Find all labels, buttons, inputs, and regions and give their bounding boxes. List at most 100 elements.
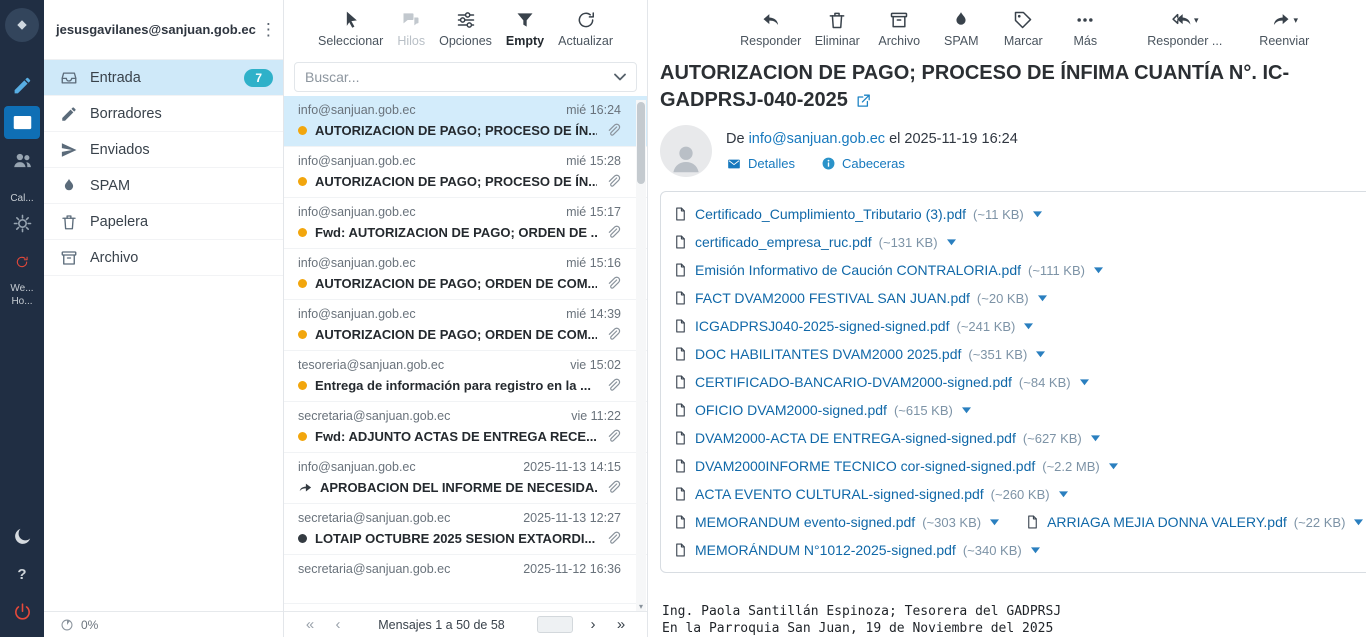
- next-page-button[interactable]: ›: [579, 616, 607, 633]
- list-scrollbar-thumb[interactable]: [637, 102, 645, 184]
- headers-link[interactable]: Cabeceras: [821, 156, 905, 171]
- chevron-down-icon[interactable]: ▾: [1194, 15, 1199, 26]
- archive-button[interactable]: Archivo: [873, 10, 925, 48]
- page-number-input[interactable]: [537, 616, 573, 633]
- folder-trash[interactable]: Papelera: [44, 204, 283, 240]
- message-date: mié 15:28: [566, 154, 621, 168]
- attachment-menu-icon[interactable]: [1354, 519, 1363, 526]
- compose-button[interactable]: [2, 66, 42, 104]
- message-date: 2025-11-12 16:36: [523, 562, 621, 576]
- folder-archive[interactable]: Archivo: [44, 240, 283, 276]
- attachment-menu-icon[interactable]: [1031, 547, 1040, 554]
- list-item[interactable]: info@sanjuan.gob.ecmié 16:24 AUTORIZACIO…: [284, 96, 647, 147]
- list-item[interactable]: info@sanjuan.gob.ecmié 14:39 AUTORIZACIO…: [284, 300, 647, 351]
- spam-button[interactable]: SPAM: [935, 10, 987, 48]
- sender-block: De info@sanjuan.gob.ec el 2025-11-19 16:…: [648, 113, 1366, 177]
- message-subject-title: AUTORIZACION DE PAGO; PROCESO DE ÍNFIMA …: [660, 60, 1366, 113]
- mail-nav-button[interactable]: [4, 106, 40, 139]
- attachment-menu-icon[interactable]: [1059, 491, 1068, 498]
- calendar-nav-label[interactable]: Cal...: [10, 193, 33, 205]
- attachment-link[interactable]: ACTA EVENTO CULTURAL-signed-signed.pdf: [695, 486, 984, 502]
- attachment-link[interactable]: MEMORÁNDUM N°1012-2025-signed.pdf: [695, 542, 956, 558]
- delete-button[interactable]: Eliminar: [811, 10, 863, 48]
- scroll-down-icon[interactable]: ▾: [636, 602, 646, 611]
- list-item[interactable]: info@sanjuan.gob.ecmié 15:17 Fwd: AUTORI…: [284, 198, 647, 249]
- chevron-down-icon[interactable]: ▾: [1294, 15, 1299, 26]
- attachment-menu-icon[interactable]: [990, 519, 999, 526]
- message-date: mié 15:17: [566, 205, 621, 219]
- folder-inbox[interactable]: Entrada 7: [44, 60, 283, 96]
- attachment-menu-icon[interactable]: [1094, 267, 1103, 274]
- message-sender: info@sanjuan.gob.ec: [298, 256, 416, 270]
- account-menu-icon[interactable]: ⋮: [256, 20, 281, 40]
- list-item[interactable]: tesoreria@sanjuan.gob.ecvie 15:02 Entreg…: [284, 351, 647, 402]
- open-in-new-window-icon[interactable]: [855, 92, 872, 109]
- first-page-button[interactable]: «: [296, 616, 324, 633]
- funnel-icon: [515, 10, 535, 30]
- search-options-chevron-icon[interactable]: [614, 73, 626, 81]
- last-page-button[interactable]: »: [607, 616, 635, 633]
- attachment-link[interactable]: MEMORANDUM evento-signed.pdf: [695, 514, 915, 530]
- more-button[interactable]: Más: [1059, 10, 1111, 48]
- attachment-link[interactable]: DVAM2000-ACTA DE ENTREGA-signed-signed.p…: [695, 430, 1016, 446]
- empty-filter-button[interactable]: Empty: [506, 10, 544, 48]
- attachment-menu-icon[interactable]: [962, 407, 971, 414]
- forward-button[interactable]: ▾ Reenviar: [1258, 10, 1310, 48]
- dark-mode-icon[interactable]: [2, 517, 42, 555]
- attachment-link[interactable]: Emisión Informativo de Caución CONTRALOR…: [695, 262, 1021, 278]
- threads-button[interactable]: Hilos: [397, 10, 425, 48]
- attachment-menu-icon[interactable]: [1024, 323, 1033, 330]
- body-line: Ing. Paola Santillán Espinoza; Tesorera …: [662, 604, 1061, 619]
- attachment-menu-icon[interactable]: [1033, 211, 1042, 218]
- sender-email-link[interactable]: info@sanjuan.gob.ec: [749, 131, 885, 147]
- refresh-button[interactable]: Actualizar: [558, 10, 613, 48]
- message-list-pane: Seleccionar Hilos Opciones Empty Actuali…: [284, 0, 648, 637]
- reply-all-icon: [1171, 10, 1191, 30]
- list-item[interactable]: secretaria@sanjuan.gob.ec2025-11-13 12:2…: [284, 504, 647, 555]
- attachment-menu-icon[interactable]: [1038, 295, 1047, 302]
- folder-drafts[interactable]: Borradores: [44, 96, 283, 132]
- folder-sent[interactable]: Enviados: [44, 132, 283, 168]
- attachment-size: (~22 KB): [1294, 515, 1346, 530]
- plugin-label-2[interactable]: Ho...: [11, 296, 32, 308]
- attachment-link[interactable]: OFICIO DVAM2000-signed.pdf: [695, 402, 887, 418]
- app-logo[interactable]: [5, 8, 39, 42]
- archive-icon: [889, 10, 909, 30]
- message-date: vie 15:02: [570, 358, 621, 372]
- attachment-link[interactable]: CERTIFICADO-BANCARIO-DVAM2000-signed.pdf: [695, 374, 1012, 390]
- help-button[interactable]: ?: [2, 555, 42, 593]
- attachment-link[interactable]: DOC HABILITANTES DVAM2000 2025.pdf: [695, 346, 961, 362]
- list-item[interactable]: secretaria@sanjuan.gob.ec2025-11-12 16:3…: [284, 555, 647, 604]
- list-scrollbar[interactable]: ▾: [636, 100, 646, 611]
- list-item[interactable]: info@sanjuan.gob.ecmié 15:16 AUTORIZACIO…: [284, 249, 647, 300]
- attachment-link[interactable]: Certificado_Cumplimiento_Tributario (3).…: [695, 206, 966, 222]
- list-item[interactable]: info@sanjuan.gob.ecmié 15:28 AUTORIZACIO…: [284, 147, 647, 198]
- reply-all-button[interactable]: ▾ Responder ...: [1147, 10, 1222, 48]
- attachment-menu-icon[interactable]: [1109, 463, 1118, 470]
- select-button[interactable]: Seleccionar: [318, 10, 383, 48]
- attachment-menu-icon[interactable]: [1036, 351, 1045, 358]
- reply-button[interactable]: Responder: [740, 10, 801, 48]
- attachment-link[interactable]: certificado_empresa_ruc.pdf: [695, 234, 872, 250]
- logout-button[interactable]: [2, 593, 42, 631]
- list-item[interactable]: info@sanjuan.gob.ec2025-11-13 14:15 APRO…: [284, 453, 647, 504]
- mark-button[interactable]: Marcar: [997, 10, 1049, 48]
- attachment-menu-icon[interactable]: [947, 239, 956, 246]
- plugin-label-1[interactable]: We...: [10, 283, 33, 295]
- plugin-icon[interactable]: [2, 243, 42, 281]
- attachment-menu-icon[interactable]: [1091, 435, 1100, 442]
- options-button[interactable]: Opciones: [439, 10, 492, 48]
- list-item[interactable]: secretaria@sanjuan.gob.ecvie 11:22 Fwd: …: [284, 402, 647, 453]
- attachment-link[interactable]: DVAM2000INFORME TECNICO cor-signed-signe…: [695, 458, 1035, 474]
- trash-icon: [60, 213, 78, 231]
- prev-page-button[interactable]: ‹: [324, 616, 352, 633]
- folder-spam[interactable]: SPAM: [44, 168, 283, 204]
- attachment-link[interactable]: FACT DVAM2000 FESTIVAL SAN JUAN.pdf: [695, 290, 970, 306]
- contacts-nav-button[interactable]: [2, 141, 42, 179]
- search-input[interactable]: [305, 69, 606, 85]
- attachment-link[interactable]: ARRIAGA MEJIA DONNA VALERY.pdf: [1047, 514, 1287, 530]
- settings-nav-button[interactable]: [2, 205, 42, 243]
- attachment-link[interactable]: ICGADPRSJ040-2025-signed-signed.pdf: [695, 318, 949, 334]
- attachment-menu-icon[interactable]: [1080, 379, 1089, 386]
- details-link[interactable]: Detalles: [726, 156, 795, 171]
